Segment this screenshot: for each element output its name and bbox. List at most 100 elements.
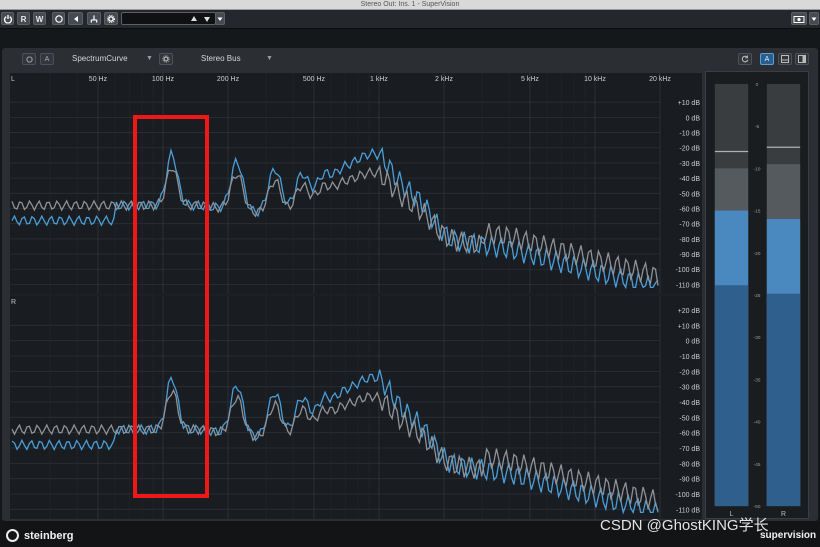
frequency-tick-label: 50 Hz — [89, 76, 108, 83]
meter-scale-label: -15 — [753, 209, 760, 215]
preset-down-button[interactable] — [200, 12, 214, 25]
meter-low-bar-R — [766, 293, 801, 507]
db-tick-label: -30 dB — [679, 385, 700, 392]
camera-icon — [793, 15, 805, 23]
db-tick-label: -40 dB — [679, 400, 700, 407]
plugin-toolbar: R W — [0, 10, 820, 29]
read-automation-button[interactable]: R — [17, 12, 30, 25]
frequency-tick-label: 100 Hz — [152, 76, 175, 83]
meter-scale-label: -10 — [753, 166, 760, 172]
channel-letter: R — [11, 299, 16, 306]
frequency-tick-label: 500 Hz — [303, 76, 326, 83]
meter-scale-label: -30 — [753, 335, 760, 341]
db-tick-label: -30 dB — [679, 161, 700, 168]
power-button[interactable] — [1, 12, 14, 25]
db-tick-label: 0 dB — [686, 115, 701, 122]
db-tick-label: +10 dB — [678, 100, 701, 107]
module-settings-button[interactable] — [159, 53, 173, 65]
arrow-down-icon — [204, 16, 210, 22]
chevron-down-icon — [217, 17, 223, 21]
level-meters: L R0-5-10-15-20-25-30-35-40-45-50 — [705, 71, 809, 519]
meter-channel-label: R — [781, 511, 786, 518]
db-tick-label: +10 dB — [678, 323, 701, 330]
frequency-tick-label: 200 Hz — [217, 76, 240, 83]
channel-letter: L — [11, 76, 15, 83]
source-selector[interactable]: Stereo Bus — [201, 54, 241, 64]
layout-icon — [781, 55, 789, 63]
bypass-button[interactable] — [52, 12, 65, 25]
window-titlebar: Stereo Out: Ins. 1 - SuperVision — [0, 0, 820, 10]
db-tick-label: -100 dB — [675, 267, 700, 274]
db-tick-label: -70 dB — [679, 222, 700, 229]
power-icon — [3, 14, 12, 23]
module-bypass-button[interactable] — [22, 53, 36, 65]
meter-scale-label: -35 — [753, 377, 760, 383]
db-tick-label: -10 dB — [679, 131, 700, 138]
db-tick-label: 0 dB — [686, 339, 701, 346]
db-tick-label: -110 dB — [676, 507, 700, 514]
routing-icon — [90, 14, 98, 23]
watermark: CSDN @GhostKING学长 — [600, 517, 769, 534]
sync-icon — [741, 55, 749, 63]
frequency-tick-label: 20 kHz — [649, 76, 671, 83]
spectrum-display: L +10 dB 0 dB -10 dB -20 dB -30 dB -40 dB -50 d… — [10, 73, 702, 519]
meter-scale-label: -5 — [755, 124, 760, 130]
db-tick-label: -20 dB — [679, 146, 700, 153]
compare-a-button[interactable]: A — [760, 53, 774, 65]
module-toolbar: A SpectrumCurve ▼ Stereo Bus ▼ A — [2, 48, 818, 70]
frequency-tick-label: 1 kHz — [370, 76, 388, 83]
db-tick-label: -90 dB — [679, 252, 700, 259]
frequency-tick-label: 5 kHz — [521, 76, 539, 83]
arrow-icon — [73, 15, 78, 22]
highlight-box — [133, 115, 209, 498]
split-icon — [798, 55, 806, 63]
write-automation-button[interactable]: W — [33, 12, 46, 25]
meter-scale-label: -45 — [753, 462, 760, 468]
meter-scale-label: -50 — [753, 504, 760, 510]
module-chevron-down-icon[interactable]: ▼ — [146, 54, 153, 64]
source-chevron-down-icon[interactable]: ▼ — [266, 54, 273, 64]
meter-scale-label: -25 — [753, 293, 760, 299]
db-tick-label: -110 dB — [676, 282, 700, 289]
bypass-icon — [26, 56, 33, 63]
preset-menu-button[interactable] — [215, 12, 225, 25]
meter-scale-label: 0 — [756, 82, 759, 88]
db-tick-label: -20 dB — [679, 369, 700, 376]
next-preset-button[interactable] — [68, 12, 83, 25]
db-tick-label: -40 dB — [679, 176, 700, 183]
brand-label: steinberg — [24, 530, 74, 542]
meter-scale-label: -20 — [753, 251, 760, 257]
chevron-down-icon — [811, 17, 817, 21]
frequency-tick-label: 10 kHz — [584, 76, 606, 83]
db-tick-label: +20 dB — [678, 308, 701, 315]
db-tick-label: -10 dB — [679, 354, 700, 361]
db-tick-label: -70 dB — [679, 446, 700, 453]
db-tick-label: -60 dB — [679, 431, 700, 438]
gear-icon — [162, 55, 170, 63]
gear-icon — [106, 14, 116, 23]
module-selector[interactable]: SpectrumCurve — [72, 54, 128, 64]
db-tick-label: -80 dB — [679, 461, 700, 468]
db-tick-label: -50 dB — [679, 415, 700, 422]
window-title: Stereo Out: Ins. 1 - SuperVision — [360, 1, 460, 8]
sync-button[interactable] — [738, 53, 752, 65]
module-a-button[interactable]: A — [40, 53, 54, 65]
bypass-icon — [54, 14, 63, 23]
meter-scale-label: -40 — [753, 420, 760, 426]
db-tick-label: -100 dB — [675, 492, 700, 499]
layout-button[interactable] — [778, 53, 792, 65]
db-tick-label: -60 dB — [679, 206, 700, 213]
db-tick-label: -50 dB — [679, 191, 700, 198]
arrow-up-icon — [191, 15, 197, 21]
db-tick-label: -90 dB — [679, 477, 700, 484]
snapshot-button[interactable] — [791, 12, 807, 25]
frequency-tick-label: 2 kHz — [435, 76, 453, 83]
preset-up-button[interactable] — [187, 12, 201, 25]
menu-button[interactable] — [809, 12, 819, 25]
steinberg-logo-icon — [6, 529, 19, 542]
settings-button[interactable] — [104, 12, 118, 25]
split-button[interactable] — [795, 53, 809, 65]
meter-low-bar-L — [714, 285, 749, 507]
db-tick-label: -80 dB — [679, 237, 700, 244]
routing-button[interactable] — [87, 12, 101, 25]
